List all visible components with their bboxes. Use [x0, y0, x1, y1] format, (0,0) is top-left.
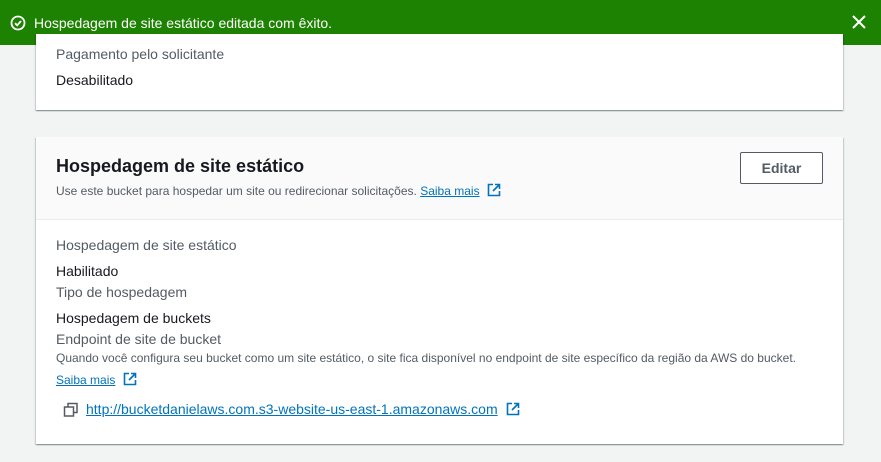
hosting-status-label: Hospedagem de site estático [56, 237, 237, 253]
hosting-type-label: Tipo de hospedagem [56, 284, 188, 300]
external-link-icon[interactable] [123, 372, 137, 389]
static-hosting-card: Hospedagem de site estático Use este buc… [36, 137, 843, 444]
endpoint-url-link[interactable]: http://bucketdanielaws.com.s3-website-us… [86, 401, 498, 417]
external-link-icon[interactable] [506, 402, 520, 419]
check-circle-icon [10, 15, 26, 31]
requester-pays-card: Pagamento pelo solicitante Desabilitado [36, 34, 843, 110]
copy-icon[interactable] [63, 402, 79, 418]
edit-button[interactable]: Editar [740, 152, 823, 184]
close-icon[interactable] [851, 14, 867, 30]
hosting-type-value: Hospedagem de buckets [56, 310, 211, 326]
endpoint-label: Endpoint de site de bucket [56, 331, 222, 347]
learn-more-link[interactable]: Saiba mais [420, 184, 479, 198]
card-title: Hospedagem de site estático [56, 156, 305, 176]
card-header: Hospedagem de site estático Use este buc… [36, 137, 843, 220]
flash-message: Hospedagem de site estático editada com … [34, 14, 333, 31]
learn-more-label: Saiba mais [420, 184, 480, 198]
hosting-status-value: Habilitado [56, 263, 119, 279]
endpoint-learn-more-link[interactable]: Saiba mais [56, 373, 115, 387]
requester-pays-label: Pagamento pelo solicitante [56, 46, 225, 62]
card-description: Use este bucket para hospedar um site ou… [56, 183, 501, 200]
endpoint-url: http://bucketdanielaws.com.s3-website-us… [86, 401, 520, 419]
external-link-icon[interactable] [487, 183, 501, 200]
endpoint-description: Quando você configura seu bucket como um… [56, 351, 796, 365]
description-text: Use este bucket para hospedar um site ou… [56, 184, 417, 198]
endpoint-learn-more: Saiba mais [56, 372, 137, 389]
requester-pays-value: Desabilitado [56, 72, 134, 88]
